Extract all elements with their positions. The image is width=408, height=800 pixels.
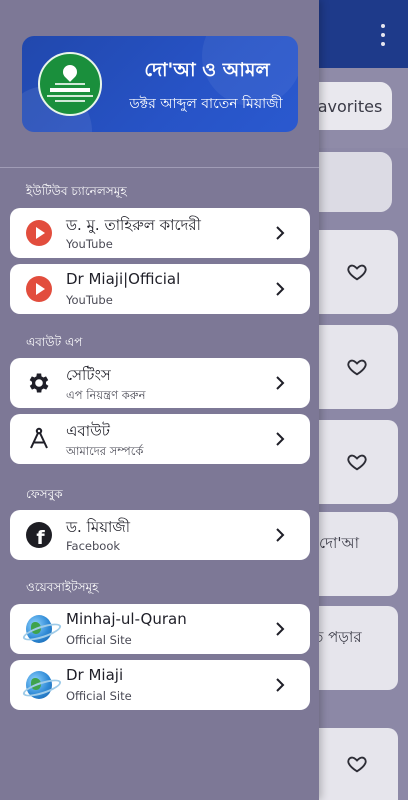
drawer-item-youtube-miaji[interactable]: Dr Miaji|Official YouTube [10,264,310,314]
drawer-item-about[interactable]: এবাউট আমাদের সম্পর্কে [10,414,310,464]
drawer-item-facebook-miaji[interactable]: f ড. মিয়াজী Facebook [10,510,310,560]
heart-icon[interactable] [346,261,368,283]
chevron-right-icon [276,528,285,542]
item-title: Dr Miaji [66,666,124,684]
item-title: সেটিংস [66,366,111,384]
compass-tool-icon [26,426,52,452]
app-logo [38,52,102,116]
heart-icon[interactable] [346,451,368,473]
globe-icon [26,671,52,699]
heart-icon[interactable] [346,356,368,378]
more-options-icon[interactable] [380,24,386,46]
section-title-youtube: ইউটিউব চ্যানেলসমূহ [26,184,127,198]
item-title: ড. মিয়াজী [66,518,131,536]
item-subtitle: YouTube [66,237,113,251]
drawer-header-banner: দো'আ ও আমল ডক্টর আব্দুল বাতেন মিয়াজী [22,36,298,132]
drawer-item-youtube-qadri[interactable]: ড. মু. তাহিরুল কাদেরী YouTube [10,208,310,258]
item-subtitle: Official Site [66,689,132,703]
chevron-right-icon [276,226,285,240]
heart-icon[interactable] [346,753,368,775]
navigation-drawer: দো'আ ও আমল ডক্টর আব্দুল বাতেন মিয়াজী ইউ… [0,0,319,800]
drawer-item-website-minhaj[interactable]: Minhaj-ul-Quran Official Site [10,604,310,654]
globe-icon [26,615,52,643]
item-subtitle: Facebook [66,539,121,553]
chevron-right-icon [276,622,285,636]
item-subtitle: Official Site [66,633,132,647]
drawer-divider [0,167,319,168]
chevron-right-icon [276,282,285,296]
item-subtitle: YouTube [66,293,113,307]
item-title: এবাউট [66,422,110,440]
facebook-icon: f [26,522,52,548]
item-subtitle: এপ নিয়ন্ত্রণ করুন [66,388,146,402]
item-subtitle: আমাদের সম্পর্কে [66,444,144,458]
drawer-item-settings[interactable]: সেটিংস এপ নিয়ন্ত্রণ করুন [10,358,310,408]
app-title: দো'আ ও আমল [144,59,270,81]
section-title-facebook: ফেসবুক [26,487,63,501]
item-title: Dr Miaji|Official [66,270,181,288]
gear-icon [26,370,52,396]
youtube-icon [26,220,52,246]
chevron-right-icon [276,678,285,692]
chevron-right-icon [276,376,285,390]
favorites-label: Favorites [310,96,383,116]
item-title: ড. মু. তাহিরুল কাদেরী [66,216,201,234]
app-author: ডক্টর আব্দুল বাতেন মিয়াজী [129,96,283,112]
item-title: Minhaj-ul-Quran [66,610,187,628]
chevron-right-icon [276,432,285,446]
drawer-item-website-miaji[interactable]: Dr Miaji Official Site [10,660,310,710]
section-title-websites: ওয়েবসাইটসমূহ [26,580,99,594]
section-title-about-app: এবাউট এপ [26,335,83,349]
youtube-icon [26,276,52,302]
